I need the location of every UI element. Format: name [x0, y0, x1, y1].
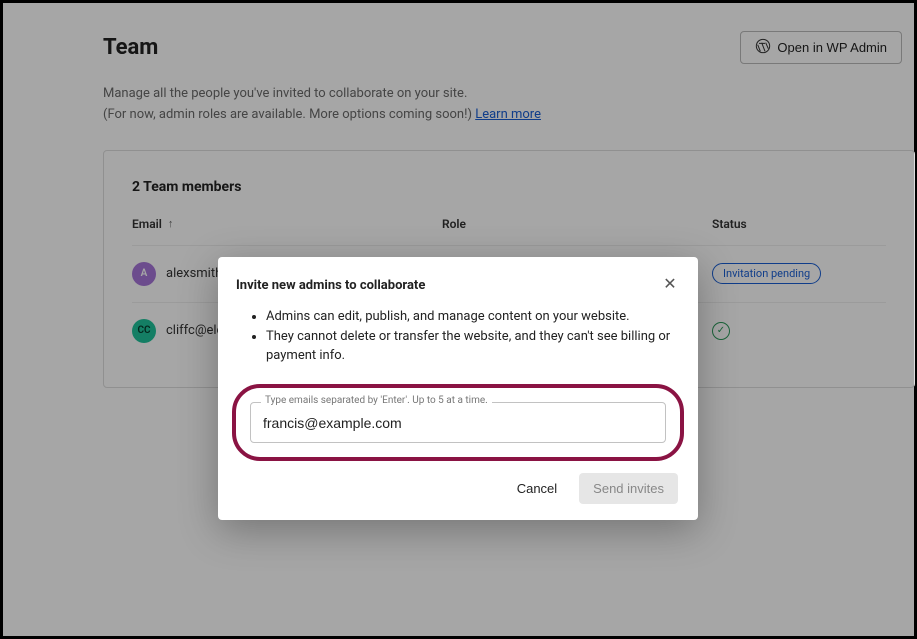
highlight-ring: Type emails separated by 'Enter'. Up to …	[232, 384, 684, 461]
bullet-item: They cannot delete or transfer the websi…	[266, 327, 680, 366]
close-button[interactable]: ✕	[660, 275, 680, 295]
send-invites-button[interactable]: Send invites	[579, 473, 678, 504]
bullet-item: Admins can edit, publish, and manage con…	[266, 307, 680, 327]
modal-bullets: Admins can edit, publish, and manage con…	[236, 307, 680, 366]
close-icon: ✕	[663, 277, 676, 293]
modal-title: Invite new admins to collaborate	[236, 278, 425, 293]
email-input-label: Type emails separated by 'Enter'. Up to …	[261, 395, 492, 406]
cancel-button[interactable]: Cancel	[505, 473, 569, 504]
email-input-wrap[interactable]: Type emails separated by 'Enter'. Up to …	[250, 402, 666, 443]
email-input[interactable]	[263, 415, 653, 431]
invite-modal: Invite new admins to collaborate ✕ Admin…	[218, 257, 698, 520]
